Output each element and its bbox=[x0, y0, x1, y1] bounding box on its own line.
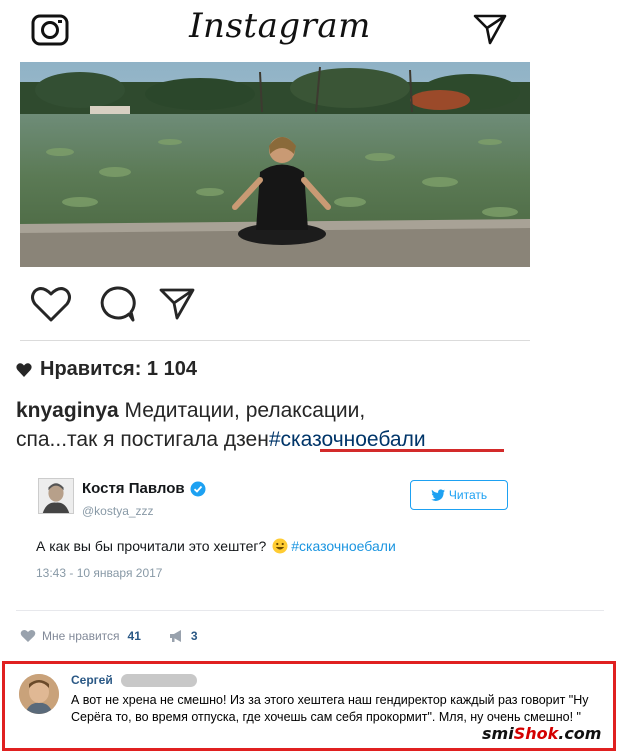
caption-hashtag[interactable]: #сказочноебали bbox=[269, 428, 426, 451]
divider bbox=[16, 610, 604, 611]
post-action-bar bbox=[30, 285, 230, 325]
watermark-part1: smi bbox=[482, 724, 514, 743]
tweet-text: А как вы бы прочитали это хештег? #сказо… bbox=[36, 538, 396, 554]
tweet-hashtag[interactable]: #сказочноебали bbox=[291, 538, 396, 554]
like-label: Мне нравится bbox=[42, 629, 120, 643]
instagram-header: Instagram bbox=[20, 0, 530, 58]
heart-filled-icon bbox=[16, 362, 32, 377]
hashtag-red-underline bbox=[320, 449, 504, 452]
divider bbox=[20, 340, 530, 341]
like-count: 41 bbox=[127, 629, 141, 643]
site-watermark: smiShok.com bbox=[482, 724, 601, 743]
heart-icon[interactable] bbox=[30, 285, 72, 323]
comment-author-label: Сергей bbox=[71, 673, 113, 687]
heart-icon bbox=[20, 629, 36, 642]
share-icon[interactable] bbox=[158, 285, 196, 323]
share-count: 3 bbox=[190, 629, 198, 643]
likes-count[interactable]: Нравится: 1 104 bbox=[16, 358, 197, 381]
comment-text: А вот не хрена не смешно! Из за этого хе… bbox=[71, 693, 589, 724]
tweet-avatar[interactable] bbox=[38, 478, 74, 514]
likes-label: Нравится: 1 104 bbox=[40, 358, 197, 380]
embedded-tweet: Костя Павлов @kostya_zzz Читать А как вы… bbox=[16, 462, 514, 590]
tweet-author-handle[interactable]: @kostya_zzz bbox=[82, 504, 154, 518]
direct-message-icon[interactable] bbox=[472, 12, 508, 46]
tweet-body: А как вы бы прочитали это хештег? bbox=[36, 538, 267, 554]
post-photo bbox=[20, 62, 530, 267]
megaphone-icon bbox=[169, 630, 181, 642]
caption-username[interactable]: knyaginya bbox=[16, 399, 119, 422]
twitter-bird-icon bbox=[430, 489, 445, 501]
watermark-part2: Shok bbox=[513, 724, 559, 743]
follow-label: Читать bbox=[448, 488, 488, 502]
tweet-timestamp[interactable]: 13:43 - 10 января 2017 bbox=[36, 566, 162, 580]
post-caption: knyaginya Медитации, релаксации, спа...т… bbox=[16, 396, 496, 454]
watermark-part3: .com bbox=[558, 724, 602, 743]
like-button[interactable]: Мне нравится 41 bbox=[20, 629, 141, 643]
follow-button[interactable]: Читать bbox=[410, 480, 508, 510]
comment-icon[interactable] bbox=[98, 285, 136, 323]
vk-post-actions: Мне нравится 41 3 bbox=[20, 626, 198, 646]
comment-author[interactable]: Сергей bbox=[71, 673, 197, 687]
redacted-surname bbox=[120, 673, 197, 687]
grinning-emoji-icon bbox=[272, 538, 288, 554]
comment-avatar[interactable] bbox=[19, 674, 59, 714]
camera-icon[interactable] bbox=[30, 10, 70, 48]
tweet-author-name[interactable]: Костя Павлов bbox=[82, 480, 206, 497]
tweet-author-label: Костя Павлов bbox=[82, 480, 185, 497]
caption-text-2: спа...так я постигала дзен bbox=[16, 428, 269, 451]
instagram-logo: Instagram bbox=[189, 6, 371, 46]
caption-text-1: Медитации, релаксации, bbox=[118, 399, 366, 422]
verified-badge-icon bbox=[190, 481, 206, 496]
share-button[interactable]: 3 bbox=[169, 629, 198, 643]
